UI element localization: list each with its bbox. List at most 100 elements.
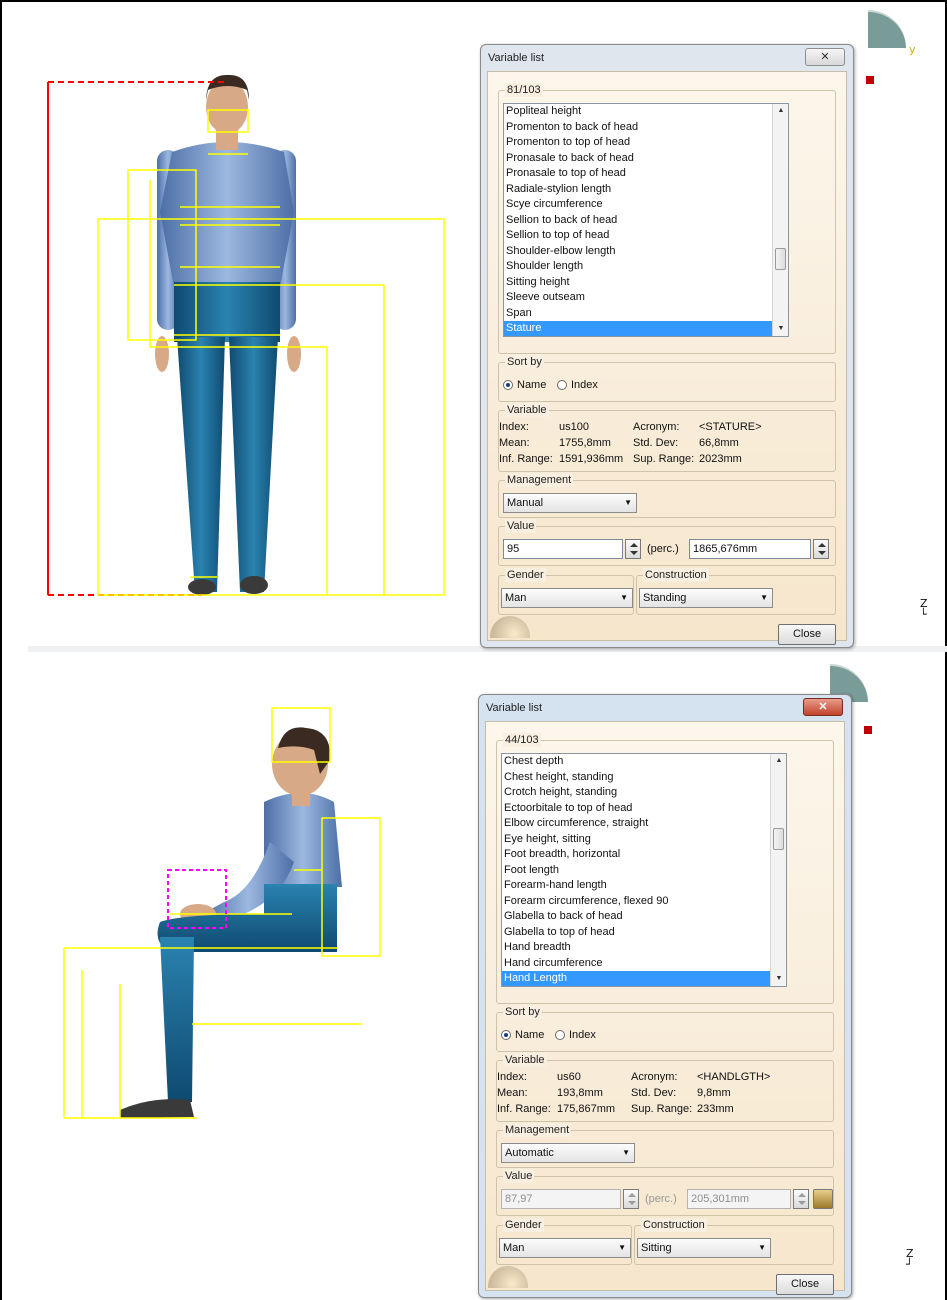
close-button[interactable]: Close (778, 624, 836, 645)
list-item[interactable]: Promenton to top of head (504, 135, 788, 151)
variable-group: Variable Index: us100 Acronym: <STATURE>… (498, 403, 836, 472)
scroll-up-icon[interactable]: ▲ (771, 754, 786, 768)
close-window-button[interactable]: ✕ (803, 698, 843, 716)
mean-value: 1755,8mm (559, 437, 611, 449)
variable-listbox[interactable]: Chest depth Chest height, standing Crotch … (501, 753, 787, 987)
dialog-client-area: 44/103 Chest depth Chest height, standing… (485, 721, 845, 1295)
measure-value-spinner[interactable] (813, 539, 829, 559)
list-item[interactable]: Chest depth (502, 754, 786, 770)
axis-triad-icon: Z └ (920, 597, 928, 621)
list-item[interactable]: Pronasale to top of head (504, 166, 788, 182)
chevron-down-icon: ▼ (624, 498, 632, 507)
measure-value-input[interactable]: 1865,676mm (689, 539, 811, 559)
variable-label: Variable (503, 1053, 547, 1067)
list-item[interactable]: Sitting height (504, 275, 788, 291)
variable-listbox[interactable]: Popliteal height Promenton to back of hea… (503, 103, 789, 337)
sort-name-radio[interactable]: Name (501, 1029, 544, 1041)
inf-range-label: Inf. Range: (499, 453, 553, 465)
index-value: us60 (557, 1071, 581, 1083)
list-item[interactable]: Promenton to back of head (504, 120, 788, 136)
gender-label: Gender (503, 1218, 544, 1232)
compass-icon[interactable] (868, 10, 906, 48)
sort-index-radio[interactable]: Index (557, 379, 598, 391)
percentile-input[interactable]: 95 (503, 539, 623, 559)
list-item[interactable]: Hand Length (502, 971, 786, 986)
construction-label: Construction (643, 568, 709, 582)
sort-name-radio[interactable]: Name (503, 379, 546, 391)
acronym-value: <HANDLGTH> (697, 1071, 771, 1083)
list-item[interactable]: Popliteal height (504, 104, 788, 120)
scroll-up-icon[interactable]: ▲ (773, 104, 788, 118)
management-select[interactable]: Automatic ▼ (501, 1143, 635, 1163)
chevron-down-icon: ▼ (760, 593, 768, 602)
dialog-titlebar[interactable]: Variable list ✕ (479, 695, 851, 721)
inf-range-value: 1591,936mm (559, 453, 624, 465)
construction-select[interactable]: Standing ▼ (639, 588, 773, 608)
close-button[interactable]: Close (776, 1274, 834, 1295)
list-item[interactable]: Pronasale to back of head (504, 151, 788, 167)
dialog-title: Variable list (488, 52, 545, 64)
variable-group: Variable Index: us60 Acronym: <HANDLGTH>… (496, 1053, 834, 1122)
radio-checked-icon (501, 1030, 511, 1040)
list-item[interactable]: Chest height, standing (502, 770, 786, 786)
construction-group: Construction Standing ▼ (636, 568, 836, 615)
variable-label: Variable (505, 403, 549, 417)
index-label: Index: (499, 421, 529, 433)
list-item[interactable]: Sellion to top of head (504, 228, 788, 244)
close-window-button[interactable]: ✕ (805, 48, 845, 66)
scroll-thumb[interactable] (773, 828, 784, 850)
list-item[interactable]: Span (504, 306, 788, 322)
construction-select[interactable]: Sitting ▼ (637, 1238, 771, 1258)
compass-axis-label: y (909, 43, 916, 56)
list-item[interactable]: Foot length (502, 863, 786, 879)
list-item[interactable]: Glabella to top of head (502, 925, 786, 941)
inf-range-label: Inf. Range: (497, 1103, 551, 1115)
list-scrollbar[interactable]: ▲ ▼ (772, 104, 788, 336)
perc-unit-label: (perc.) (647, 543, 679, 555)
list-item[interactable]: Hand breadth (502, 940, 786, 956)
sitting-manikin-viewport[interactable] (2, 652, 472, 1292)
sort-by-label: Sort by (503, 1005, 542, 1019)
dialog-titlebar[interactable]: Variable list ✕ (481, 45, 853, 71)
list-item[interactable]: Foot breadth, horizontal (502, 847, 786, 863)
list-scrollbar[interactable]: ▲ ▼ (770, 754, 786, 986)
list-item[interactable]: Ectoorbitale to top of head (502, 801, 786, 817)
gender-select[interactable]: Man ▼ (501, 588, 633, 608)
list-item[interactable]: Sleeve outseam (504, 290, 788, 306)
acronym-label: Acronym: (631, 1071, 678, 1083)
dialog-client-area: 81/103 Popliteal height Promenton to back… (487, 71, 847, 645)
list-item[interactable]: Stature (504, 321, 788, 336)
standing-manikin-viewport[interactable] (2, 2, 472, 642)
list-item[interactable]: Elbow circumference, straight (502, 816, 786, 832)
perc-unit-label: (perc.) (645, 1193, 677, 1205)
list-item[interactable]: Forearm circumference, flexed 90 (502, 894, 786, 910)
list-item[interactable]: Sellion to back of head (504, 213, 788, 229)
construction-label: Construction (641, 1218, 707, 1232)
variable-list-dialog-top: Variable list ✕ 81/103 Popliteal height P… (480, 44, 854, 648)
list-item[interactable]: Crotch height, standing (502, 785, 786, 801)
list-item[interactable]: Forearm-hand length (502, 878, 786, 894)
list-item[interactable]: Shoulder-elbow length (504, 244, 788, 260)
mean-value: 193,8mm (557, 1087, 603, 1099)
list-item[interactable]: Hand circumference (502, 956, 786, 972)
list-item[interactable]: Shoulder length (504, 259, 788, 275)
scroll-thumb[interactable] (775, 248, 786, 270)
list-item[interactable]: Scye circumference (504, 197, 788, 213)
lock-icon[interactable] (813, 1189, 833, 1209)
axis-triad-icon: Z ┘ (906, 1247, 914, 1271)
management-group: Management Manual ▼ (498, 473, 836, 518)
sort-index-radio[interactable]: Index (555, 1029, 596, 1041)
management-select[interactable]: Manual ▼ (503, 493, 637, 513)
percentile-spinner[interactable] (625, 539, 641, 559)
construction-value: Sitting (641, 1242, 672, 1254)
sup-range-label: Sup. Range: (631, 1103, 693, 1115)
catia-logo-icon (488, 1266, 528, 1288)
list-item[interactable]: Radiale-stylion length (504, 182, 788, 198)
value-group: Value 87,97 (perc.) 205,301mm (496, 1169, 834, 1216)
gender-select[interactable]: Man ▼ (499, 1238, 631, 1258)
list-item[interactable]: Glabella to back of head (502, 909, 786, 925)
std-dev-value: 66,8mm (699, 437, 739, 449)
scroll-down-icon[interactable]: ▼ (773, 322, 788, 336)
scroll-down-icon[interactable]: ▼ (771, 972, 786, 986)
list-item[interactable]: Eye height, sitting (502, 832, 786, 848)
